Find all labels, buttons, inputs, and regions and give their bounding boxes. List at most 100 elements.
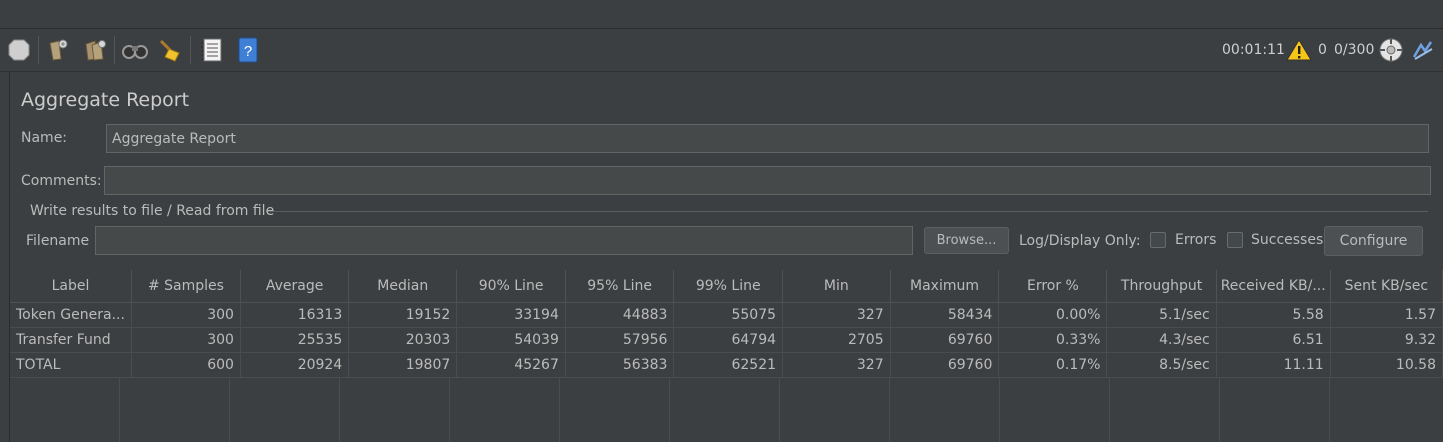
errors-label: Errors — [1175, 232, 1217, 248]
elapsed-time: 00:01:11 — [1222, 42, 1285, 58]
function-helper-icon[interactable] — [198, 36, 226, 64]
column-divider — [999, 378, 1000, 442]
table-cell: 5.58 — [1216, 302, 1331, 328]
column-header[interactable]: Min — [782, 270, 891, 303]
clear-all-icon[interactable] — [81, 36, 109, 64]
column-divider — [119, 378, 120, 442]
search-icon[interactable] — [121, 36, 149, 64]
log-display-label: Log/Display Only: — [1019, 233, 1141, 249]
table-cell: 69760 — [890, 327, 1000, 353]
column-header[interactable]: 95% Line — [565, 270, 675, 303]
column-header[interactable]: Label — [10, 270, 132, 303]
column-divider — [559, 378, 560, 442]
configure-button[interactable]: Configure — [1324, 226, 1423, 256]
column-header[interactable]: 99% Line — [673, 270, 784, 303]
table-cell: 327 — [782, 352, 891, 378]
aggregate-table: Label # Samples Average Median 90% Line … — [10, 270, 1443, 378]
table-cell: 0.33% — [998, 327, 1108, 353]
column-divider — [889, 378, 890, 442]
warning-icon[interactable] — [1285, 36, 1313, 64]
name-label: Name: — [21, 130, 68, 146]
table-cell: 0.17% — [998, 352, 1108, 378]
table-row[interactable]: Transfer Fund 300 25535 20303 54039 5795… — [10, 327, 1443, 353]
table-cell: 62521 — [673, 352, 784, 378]
table-empty-area — [10, 378, 1443, 442]
stop-icon[interactable] — [5, 36, 33, 64]
column-divider — [1109, 378, 1110, 442]
table-cell: 57956 — [565, 327, 675, 353]
column-header[interactable]: Median — [348, 270, 458, 303]
table-cell: 327 — [782, 302, 891, 328]
table-cell: Token Genera... — [10, 302, 132, 328]
column-header[interactable]: # Samples — [131, 270, 241, 303]
table-cell: TOTAL — [10, 352, 132, 378]
table-cell: 44883 — [565, 302, 675, 328]
column-divider — [669, 378, 670, 442]
help-icon[interactable]: ? — [234, 36, 262, 64]
table-cell: 19807 — [348, 352, 458, 378]
table-cell: 11.11 — [1216, 352, 1331, 378]
column-divider — [339, 378, 340, 442]
toolbar-separator — [190, 36, 191, 64]
errors-checkbox[interactable] — [1150, 232, 1166, 248]
file-group-label: Write results to file / Read from file — [30, 203, 275, 219]
column-divider — [229, 378, 230, 442]
table-cell: 33194 — [456, 302, 566, 328]
filename-field[interactable] — [95, 226, 913, 255]
remote-icon[interactable] — [1377, 36, 1405, 64]
table-cell: Transfer Fund — [10, 327, 132, 353]
column-header[interactable]: Average — [240, 270, 350, 303]
table-cell: 20924 — [240, 352, 350, 378]
table-cell: 58434 — [890, 302, 1000, 328]
column-header[interactable]: 90% Line — [456, 270, 566, 303]
table-header: Label # Samples Average Median 90% Line … — [10, 270, 1443, 303]
active-threads: 0/300 — [1334, 42, 1375, 58]
successes-label: Successes — [1251, 232, 1324, 248]
group-border — [266, 211, 1428, 212]
table-cell: 64794 — [673, 327, 784, 353]
column-header[interactable]: Throughput — [1106, 270, 1217, 303]
column-header[interactable]: Maximum — [890, 270, 1000, 303]
table-cell: 1.57 — [1330, 302, 1443, 328]
column-divider — [779, 378, 780, 442]
table-cell: 600 — [131, 352, 241, 378]
title-bar — [0, 0, 1443, 29]
toolbar-separator — [114, 36, 115, 64]
column-divider — [1219, 378, 1220, 442]
toolbar-separator — [38, 36, 39, 64]
table-cell: 56383 — [565, 352, 675, 378]
table-cell: 25535 — [240, 327, 350, 353]
table-cell: 69760 — [890, 352, 1000, 378]
svg-text:?: ? — [244, 43, 252, 60]
name-field[interactable]: Aggregate Report — [106, 124, 1429, 153]
table-cell: 45267 — [456, 352, 566, 378]
browse-button[interactable]: Browse... — [924, 227, 1009, 254]
table-cell: 9.32 — [1330, 327, 1443, 353]
reset-search-icon[interactable] — [156, 36, 184, 64]
filename-label: Filename — [26, 233, 90, 249]
comments-label: Comments: — [21, 173, 102, 189]
table-cell: 6.51 — [1216, 327, 1331, 353]
column-header[interactable]: Sent KB/sec — [1330, 270, 1443, 303]
table-cell: 16313 — [240, 302, 350, 328]
table-cell: 0.00% — [998, 302, 1108, 328]
table-cell: 4.3/sec — [1106, 327, 1217, 353]
warning-count: 0 — [1318, 42, 1327, 58]
table-cell: 10.58 — [1330, 352, 1443, 378]
column-divider — [449, 378, 450, 442]
column-header[interactable]: Error % — [998, 270, 1108, 303]
log-viewer-icon[interactable] — [1409, 36, 1437, 64]
column-divider — [1329, 378, 1330, 442]
column-header[interactable]: Received KB/... — [1216, 270, 1331, 303]
table-cell: 2705 — [782, 327, 891, 353]
comments-field[interactable] — [104, 166, 1431, 195]
table-cell: 300 — [131, 327, 241, 353]
table-cell: 8.5/sec — [1106, 352, 1217, 378]
table-cell: 20303 — [348, 327, 458, 353]
table-row[interactable]: Token Genera... 300 16313 19152 33194 44… — [10, 302, 1443, 328]
table-cell: 55075 — [673, 302, 784, 328]
successes-checkbox[interactable] — [1227, 232, 1243, 248]
clear-icon[interactable] — [44, 36, 72, 64]
table-cell: 5.1/sec — [1106, 302, 1217, 328]
table-row[interactable]: TOTAL 600 20924 19807 45267 56383 62521 … — [10, 352, 1443, 378]
